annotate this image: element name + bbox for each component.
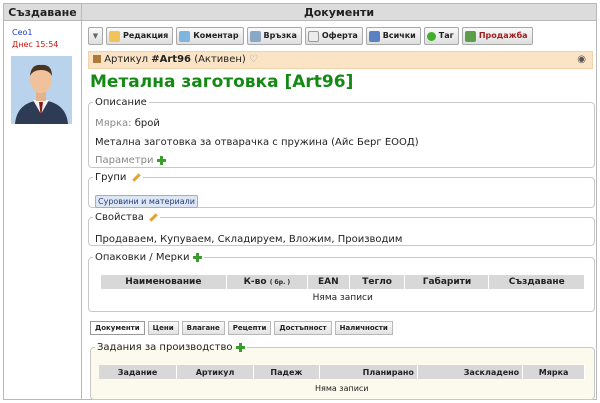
add-package-icon[interactable] (192, 252, 202, 262)
groups-label: Групи (95, 172, 127, 183)
description-section: Описание Мярка: брой Метална заготовка з… (88, 97, 595, 168)
col-ean: EAN (307, 275, 350, 289)
empty-message: Няма записи (315, 383, 369, 393)
properties-text: Продаваем, Купуваем, Складируем, Вложим,… (95, 234, 403, 245)
empty-message: Няма записи (312, 293, 373, 303)
eye-icon[interactable]: ◉ (577, 52, 586, 68)
col-qty-label: К-во (243, 277, 267, 287)
packages-table: Наименование К-во ( бр. ) EAN Тегло Габа… (101, 275, 585, 307)
toolbar: ▼ Редакция Коментар Връзка Оферта Всички (88, 27, 533, 46)
col-due: Падеж (253, 365, 320, 379)
production-legend: Задания за производство (95, 342, 247, 353)
edit-icon (109, 30, 120, 42)
groups-section: Групи Суровини и материали (88, 172, 595, 208)
production-table: Задание Артикул Падеж Планирано Заскладе… (99, 365, 585, 397)
edit-label: Редакция (123, 31, 169, 40)
tab-documents[interactable]: Документи (90, 321, 145, 335)
col-created: Създаване (488, 275, 585, 289)
tag-button[interactable]: Таг (423, 27, 459, 45)
properties-legend: Свойства (93, 212, 160, 223)
menu-dropdown-button[interactable]: ▼ (88, 27, 103, 45)
article-prefix: Артикул (104, 54, 149, 65)
properties-section: Свойства Продаваем, Купуваем, Складируем… (88, 212, 595, 246)
add-param-icon[interactable] (156, 155, 166, 165)
created-column: Създаване Ceo1 Днес 15:54 (4, 4, 82, 399)
tab-prices[interactable]: Цени (147, 321, 179, 335)
group-tag[interactable]: Суровини и материали (95, 195, 198, 208)
cart-icon (464, 30, 476, 42)
document-frame: Създаване Ceo1 Днес 15:54 Документи ▼ Ре… (3, 3, 597, 400)
author-info: Ceo1 Днес 15:54 (12, 27, 58, 51)
heart-icon[interactable]: ♡ (249, 54, 258, 65)
col-qty: К-во ( бр. ) (226, 275, 308, 289)
col-task: Задание (99, 365, 178, 379)
params-label: Параметри (95, 155, 154, 166)
col-dimensions: Габарити (404, 275, 490, 289)
description-legend: Описание (95, 97, 147, 108)
production-section: Задания за производство Задание Артикул … (90, 342, 595, 400)
col-stored: Заскладено (417, 365, 524, 379)
tab-recipes[interactable]: Рецепти (227, 321, 272, 335)
all-button[interactable]: Всички (365, 27, 421, 45)
tab-stock[interactable]: Наличности (334, 321, 393, 335)
add-production-icon[interactable] (235, 342, 245, 352)
measure-row: Мярка: брой (95, 118, 160, 129)
page-title: Метална заготовка [Art96] (90, 72, 354, 92)
link-label: Връзка (263, 31, 297, 40)
col-qty-unit: ( бр. ) (269, 279, 291, 286)
tag-label: Таг (438, 31, 454, 40)
description-text: Метална заготовка за отварачка с пружина… (95, 137, 419, 148)
created-time: Днес 15:54 (12, 40, 59, 49)
sale-button[interactable]: Продажба (461, 27, 533, 45)
edit-button[interactable]: Редакция (106, 27, 174, 45)
sale-label: Продажба (478, 31, 528, 40)
tab-inputs[interactable]: Влагане (181, 321, 225, 335)
article-title-bar: Артикул #Art96 (Активен) ♡ ◉ (88, 51, 593, 69)
circle-icon (426, 31, 436, 41)
link-icon (249, 30, 261, 42)
groups-legend: Групи (93, 172, 143, 183)
col-measure: Мярка (522, 365, 585, 379)
offer-label: Оферта (321, 31, 358, 40)
col-name: Наименование (101, 275, 227, 289)
params-row: Параметри (95, 155, 166, 166)
tab-bar: Документи Цени Влагане Рецепти Достъпнос… (90, 321, 393, 335)
measure-value: брой (134, 118, 160, 129)
all-label: Всички (382, 31, 416, 40)
comment-label: Коментар (193, 31, 239, 40)
window-icon (368, 30, 380, 42)
table-header-row: Задание Артикул Падеж Планирано Заскладе… (99, 365, 585, 379)
article-status: (Активен) (194, 54, 246, 65)
documents-header: Документи (82, 4, 596, 21)
packages-legend: Опаковки / Мерки (93, 252, 204, 263)
table-row: Няма записи (101, 289, 585, 307)
packages-label: Опаковки / Мерки (95, 252, 190, 263)
document-icon (307, 30, 319, 42)
author-name[interactable]: Ceo1 (12, 27, 58, 39)
tab-availability[interactable]: Достъпност (274, 321, 332, 335)
link-button[interactable]: Връзка (246, 27, 302, 45)
chevron-down-icon: ▼ (92, 32, 99, 40)
avatar (11, 56, 72, 124)
article-code: #Art96 (151, 54, 191, 65)
col-weight: Тегло (349, 275, 406, 289)
table-header-row: Наименование К-во ( бр. ) EAN Тегло Габа… (101, 275, 585, 289)
measure-label: Мярка: (95, 118, 132, 129)
properties-label: Свойства (95, 212, 144, 223)
offer-button[interactable]: Оферта (304, 27, 363, 45)
col-planned: Планирано (319, 365, 418, 379)
edit-properties-pencil-icon[interactable] (149, 212, 158, 222)
production-label: Задания за производство (97, 342, 233, 353)
comment-icon (179, 30, 191, 42)
comment-button[interactable]: Коментар (176, 27, 244, 45)
documents-column: Документи ▼ Редакция Коментар Връзка Офе… (82, 4, 596, 400)
article-icon (93, 55, 101, 63)
table-row: Няма записи (99, 379, 585, 397)
packages-section: Опаковки / Мерки Наименование К-во ( бр.… (88, 252, 595, 312)
edit-groups-pencil-icon[interactable] (131, 172, 141, 182)
created-header: Създаване (4, 4, 81, 21)
col-article: Артикул (176, 365, 255, 379)
